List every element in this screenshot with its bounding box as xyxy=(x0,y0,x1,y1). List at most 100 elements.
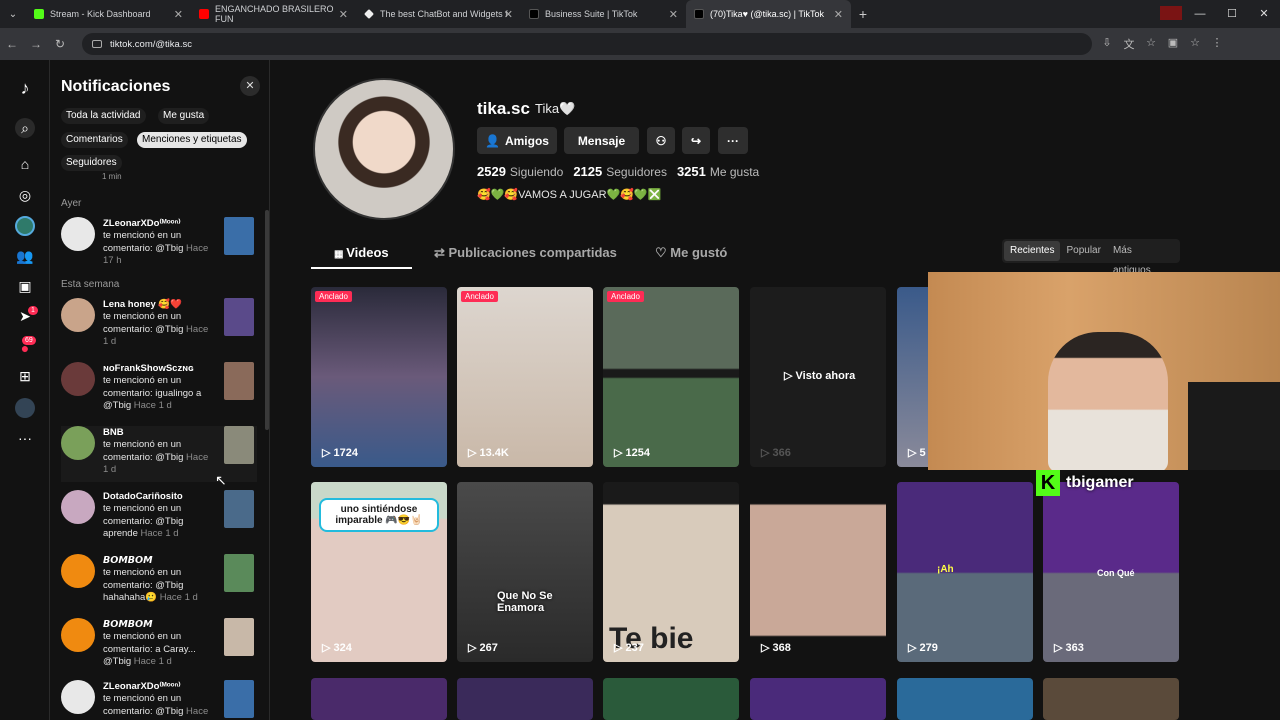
notifications-scrollbar[interactable] xyxy=(265,210,269,430)
tab-liked[interactable]: ♡ Me gustó xyxy=(655,245,727,261)
live-icon[interactable]: ▣ xyxy=(15,276,35,296)
avatar[interactable] xyxy=(61,554,95,588)
bookmark-icon[interactable]: ☆ xyxy=(1188,36,1202,52)
following-icon[interactable]: 👥 xyxy=(15,246,35,266)
video-thumbnail[interactable] xyxy=(224,362,254,400)
url-input[interactable]: tiktok.com/@tika.sc xyxy=(82,33,1092,55)
video-card[interactable]: Anclado ▷ 13.4K xyxy=(457,287,593,467)
notification-user[interactable]: 𝘽𝙊𝙈𝘽𝙊𝙈 xyxy=(103,619,153,630)
video-card[interactable] xyxy=(897,678,1033,720)
more-icon[interactable]: ··· xyxy=(15,428,35,448)
video-thumbnail[interactable] xyxy=(224,618,254,656)
avatar[interactable] xyxy=(61,362,95,396)
filter-comments[interactable]: Comentarios xyxy=(61,132,128,148)
notification-item[interactable]: 𝘽𝙊𝙈𝘽𝙊𝙈 te mencionó en un comentario: @Tb… xyxy=(61,554,257,610)
more-button[interactable]: ··· xyxy=(718,127,748,154)
notification-user[interactable]: DotadoCariñosito xyxy=(103,491,183,502)
friends-button[interactable]: 👤 Amigos xyxy=(477,127,557,154)
video-card[interactable] xyxy=(603,678,739,720)
reload-icon[interactable]: ↻ xyxy=(48,37,72,51)
share-button[interactable]: ↪ xyxy=(682,127,710,154)
account-icon[interactable] xyxy=(15,398,35,418)
close-icon[interactable]: ✕ xyxy=(240,76,260,96)
profile-avatar[interactable] xyxy=(313,78,455,220)
video-card[interactable]: Que No Se Enamora ▷ 267 xyxy=(457,482,593,662)
notification-user[interactable]: 𝘽𝙊𝙈𝘽𝙊𝙈 xyxy=(103,555,153,566)
profile-avatar-icon[interactable] xyxy=(15,216,35,236)
video-thumbnail[interactable] xyxy=(224,426,254,464)
video-card[interactable]: ▷ 368 xyxy=(750,482,886,662)
translate-icon[interactable]: 文 xyxy=(1122,36,1136,52)
close-icon[interactable]: ✕ xyxy=(504,8,513,21)
notification-item[interactable]: Lena honey 🥰❤️ te mencionó en un comenta… xyxy=(61,298,257,354)
tab-videos[interactable]: ▦ Videos xyxy=(334,245,389,260)
notification-user[interactable]: ZLeonarXDo⁽ᴹᵒᵒⁿ⁾ xyxy=(103,218,181,229)
browser-tab[interactable]: The best ChatBot and Widgets f ✕ xyxy=(356,0,521,28)
home-icon[interactable]: ⌂ xyxy=(15,154,35,174)
video-thumbnail[interactable] xyxy=(224,298,254,336)
notification-user[interactable]: ɴᴏFrankShowSᴄᴢɴɢ xyxy=(103,363,194,374)
video-card[interactable] xyxy=(311,678,447,720)
notification-user[interactable]: ZLeonarXDo⁽ᴹᵒᵒⁿ⁾ xyxy=(103,681,181,692)
notification-item[interactable]: DotadoCariñosito te mencionó en un comen… xyxy=(61,490,257,546)
avatar[interactable] xyxy=(61,426,95,460)
sort-oldest[interactable]: Más antiguos xyxy=(1107,241,1178,276)
tiktok-logo-icon[interactable]: ♪ xyxy=(15,78,35,98)
video-card[interactable]: Te bie ▷ 237 xyxy=(603,482,739,662)
maximize-icon[interactable]: ☐ xyxy=(1216,0,1248,28)
sort-recent[interactable]: Recientes xyxy=(1004,241,1061,261)
avatar[interactable] xyxy=(61,618,95,652)
close-icon[interactable]: ✕ xyxy=(174,8,183,21)
site-info-icon[interactable] xyxy=(92,40,102,48)
notification-item[interactable]: ZLeonarXDo⁽ᴹᵒᵒⁿ⁾ te mencionó en un comen… xyxy=(61,217,257,273)
video-card[interactable]: Anclado ▷ 1724 xyxy=(311,287,447,467)
notification-item[interactable]: 𝘽𝙊𝙈𝘽𝙊𝙈 te mencionó en un comentario: a C… xyxy=(61,618,257,674)
notification-item[interactable]: ZLeonarXDo⁽ᴹᵒᵒⁿ⁾ te mencionó en un comen… xyxy=(61,680,257,720)
video-thumbnail[interactable] xyxy=(224,490,254,528)
video-card[interactable] xyxy=(457,678,593,720)
video-thumbnail[interactable] xyxy=(224,680,254,718)
video-card[interactable] xyxy=(750,678,886,720)
video-thumbnail[interactable] xyxy=(224,217,254,255)
avatar[interactable] xyxy=(61,298,95,332)
filter-all-activity[interactable]: Toda la actividad xyxy=(61,108,146,124)
install-icon[interactable]: ⇩ xyxy=(1100,36,1114,52)
video-card[interactable] xyxy=(1043,678,1179,720)
notification-user[interactable]: Lena honey 🥰❤️ xyxy=(103,299,182,310)
avatar[interactable] xyxy=(61,490,95,524)
forward-icon[interactable]: → xyxy=(24,37,48,51)
video-card[interactable]: Con Qué ▷ 363 xyxy=(1043,482,1179,662)
message-button[interactable]: Mensaje xyxy=(564,127,639,154)
notification-user[interactable]: BNB xyxy=(103,427,124,438)
filter-likes[interactable]: Me gusta xyxy=(158,108,210,124)
browser-tab[interactable]: Stream - Kick Dashboard ✕ xyxy=(26,0,191,28)
browser-tab-active[interactable]: (70)Tika♥ (@tika.sc) | TikTok ✕ xyxy=(686,0,851,28)
close-icon[interactable]: ✕ xyxy=(834,8,843,21)
extension-icon[interactable]: ▣ xyxy=(1166,36,1180,52)
video-card[interactable]: Anclado ▷ 1254 xyxy=(603,287,739,467)
close-icon[interactable]: ✕ xyxy=(669,8,678,21)
filter-followers[interactable]: Seguidores xyxy=(61,155,122,171)
video-card[interactable]: uno sintiéndose imparable 🎮😎🤘🏻 ▷ 324 xyxy=(311,482,447,662)
notification-item[interactable]: ɴᴏFrankShowSᴄᴢɴɢ te mencionó en un comen… xyxy=(61,362,257,418)
notification-item[interactable]: BNB te mencionó en un comentario: @Tbig … xyxy=(61,426,257,482)
minimize-icon[interactable]: — xyxy=(1184,0,1216,28)
avatar[interactable] xyxy=(61,217,95,251)
upload-icon[interactable]: ⊞ xyxy=(15,366,35,386)
browser-tab[interactable]: Business Suite | TikTok ✕ xyxy=(521,0,686,28)
video-thumbnail[interactable] xyxy=(224,554,254,592)
star-icon[interactable]: ☆ xyxy=(1144,36,1158,52)
explore-icon[interactable]: ◎ xyxy=(15,185,35,205)
close-icon[interactable]: ✕ xyxy=(339,8,348,21)
avatar[interactable] xyxy=(61,680,95,714)
sort-popular[interactable]: Popular xyxy=(1060,241,1106,261)
menu-icon[interactable]: ⋮ xyxy=(1210,36,1224,52)
search-icon[interactable]: ⌕ xyxy=(15,118,35,138)
video-card[interactable]: ▷ Visto ahora ▷ 366 xyxy=(750,287,886,467)
browser-tab[interactable]: ENGANCHADO BRASILERO FUN ✕ xyxy=(191,0,356,28)
tab-reposts[interactable]: ⇄ Publicaciones compartidas xyxy=(434,245,617,261)
filter-mentions[interactable]: Menciones y etiquetas xyxy=(137,132,247,148)
tab-list-button[interactable]: ⌄ xyxy=(0,9,26,20)
video-card[interactable]: ¡Ah ▷ 279 xyxy=(897,482,1033,662)
add-user-button[interactable]: ⚇ xyxy=(647,127,675,154)
